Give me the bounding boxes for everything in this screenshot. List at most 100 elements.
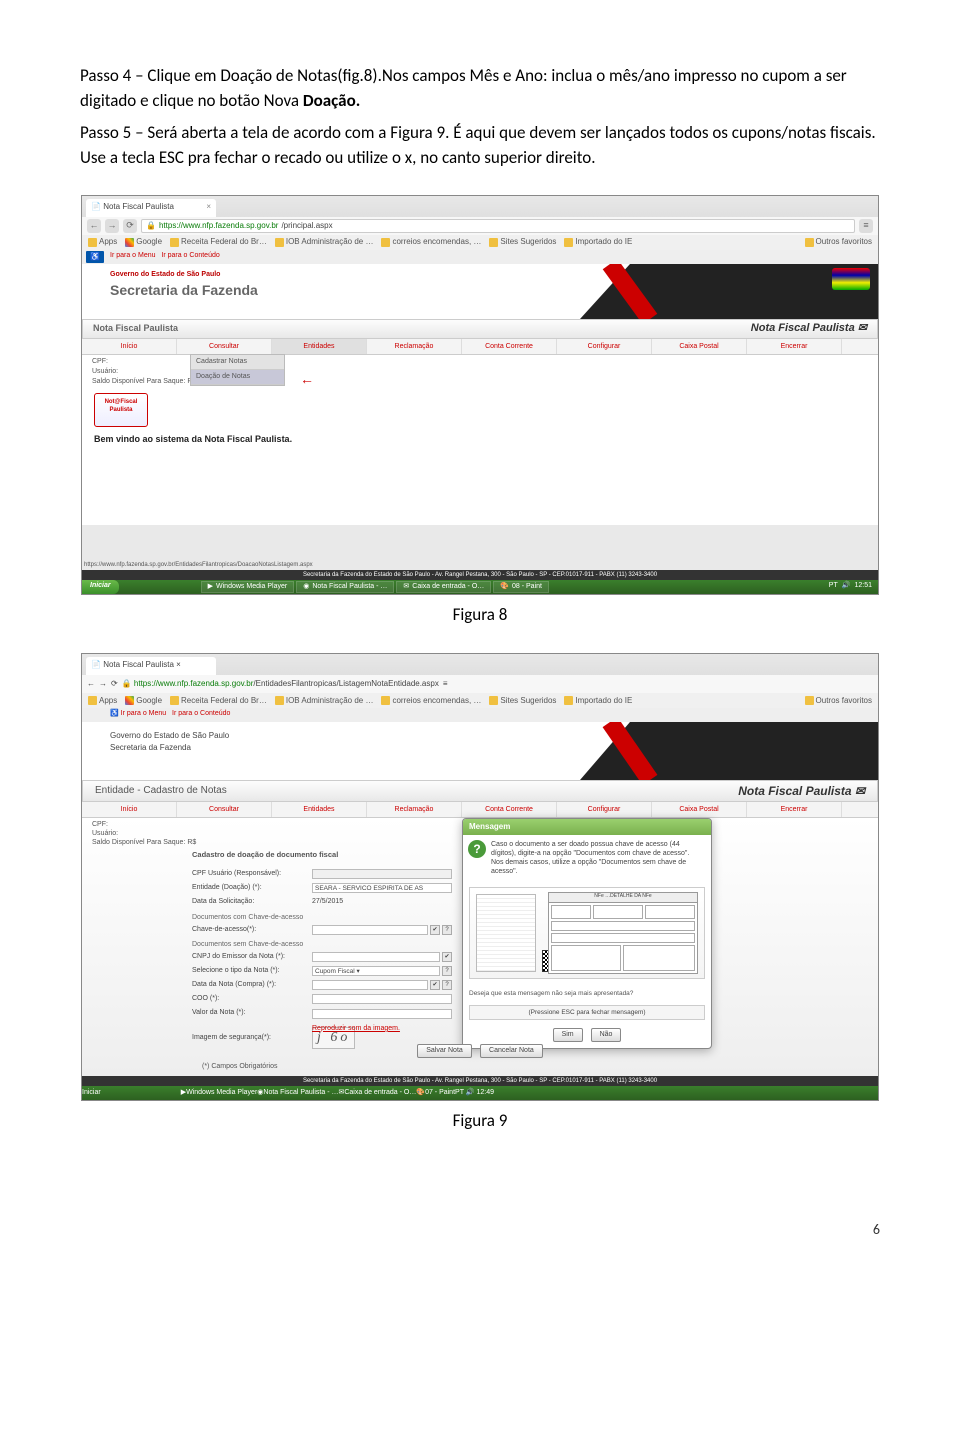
bookmark-google[interactable]: Google (125, 695, 162, 707)
menu-caixa[interactable]: Caixa Postal (652, 339, 747, 354)
taskbar-item-wmp[interactable]: ▶Windows Media Player (201, 581, 295, 593)
tray-icon[interactable]: 🔊 (842, 581, 851, 591)
browser-tab[interactable]: 📄 Nota Fiscal Paulista × (86, 199, 216, 217)
input-data-compra[interactable] (312, 980, 428, 990)
section-sem-chave: Documentos sem Chave-de-acesso (192, 940, 452, 950)
taskbar-item-paint[interactable]: 🎨08 - Paint (493, 581, 549, 593)
menu-consultar[interactable]: Consultar (177, 339, 272, 354)
input-valor[interactable] (312, 1009, 452, 1019)
skip-content-link[interactable]: Ir para o Conteúdo (172, 710, 230, 717)
tray-icon[interactable]: 🔊 (466, 1089, 475, 1096)
envelope-icon[interactable]: ✉ (858, 322, 867, 334)
menu-conta[interactable]: Conta Corrente (462, 339, 557, 354)
annotation-arrow-icon: ← (300, 369, 314, 389)
menu-configurar[interactable]: Configurar (557, 802, 652, 817)
reload-icon[interactable]: ⟳ (123, 219, 137, 233)
nfp-title-right: Nota Fiscal Paulista ✉ (738, 783, 865, 800)
captcha-audio-link[interactable]: Reproduzir som da imagem. (312, 1024, 768, 1034)
bookmark-other[interactable]: Outros favoritos (805, 695, 872, 707)
menu-inicio[interactable]: Início (82, 339, 177, 354)
bookmark-correios[interactable]: correios encomendas, … (381, 695, 481, 707)
tab-close-icon[interactable]: × (206, 201, 211, 213)
skip-menu-link[interactable]: Ir para o Menu (110, 252, 156, 259)
select-tipo[interactable]: Cupom Fiscal ▾ (312, 966, 440, 976)
menu-entidades[interactable]: Entidades (272, 802, 367, 817)
folder-icon (170, 238, 179, 247)
help-chave-icon[interactable]: ✔ (430, 925, 440, 935)
bookmark-apps[interactable]: Apps (88, 695, 117, 707)
bookmark-google[interactable]: Google (125, 236, 162, 248)
back-icon[interactable]: ← (87, 219, 101, 233)
input-chave[interactable] (312, 925, 428, 935)
browser-tab[interactable]: 📄 Nota Fiscal Paulista × (86, 657, 216, 675)
bookmarks-bar: Apps Google Receita Federal do Br… IOB A… (82, 693, 878, 708)
accessibility-icon[interactable]: ♿ (86, 251, 104, 263)
taskbar-item-wmp[interactable]: ▶Windows Media Player (181, 1088, 258, 1098)
forward-icon[interactable]: → (105, 219, 119, 233)
accessibility-icon[interactable]: ♿ (110, 710, 119, 717)
label-data-sol: Data da Solicitação: (192, 897, 312, 907)
menu-reclamacao[interactable]: Reclamação (367, 802, 462, 817)
reload-icon[interactable]: ⟳ (111, 678, 118, 690)
menu-entidades[interactable]: Entidades (272, 339, 367, 354)
menu-icon[interactable]: ≡ (443, 678, 448, 690)
address-bar[interactable]: 🔒 https://www.nfp.fazenda.sp.gov.br/prin… (141, 219, 855, 233)
address-bar[interactable]: 🔒 https://www.nfp.fazenda.sp.gov.br/Enti… (122, 678, 439, 690)
tab-close-icon[interactable]: × (176, 660, 181, 669)
input-coo[interactable] (312, 994, 452, 1004)
bookmark-apps[interactable]: Apps (88, 236, 117, 248)
taskbar-item-nfp[interactable]: ◉Nota Fiscal Paulista - … (257, 1088, 338, 1098)
menu-configurar[interactable]: Configurar (557, 339, 652, 354)
input-cnpj[interactable] (312, 952, 440, 962)
taskbar-item-paint[interactable]: 🎨07 - Paint (416, 1088, 455, 1098)
bookmark-iob[interactable]: IOB Administração de … (275, 695, 374, 707)
taskbar-item-nfp[interactable]: ◉Nota Fiscal Paulista - … (296, 581, 394, 593)
input-entidade[interactable]: SEARA - SERVICO ESPIRITA DE AS (312, 883, 452, 893)
wmp-icon: ▶ (208, 582, 213, 592)
skip-content-link[interactable]: Ir para o Conteúdo (161, 252, 219, 259)
bookmark-ie[interactable]: Importado do IE (564, 695, 632, 707)
bookmark-ie[interactable]: Importado do IE (564, 236, 632, 248)
paragraph-step4: Passo 4 – Clique em Doação de Notas(fig.… (80, 64, 880, 113)
save-note-button[interactable]: Salvar Nota (417, 1044, 472, 1058)
folder-icon (170, 696, 179, 705)
apps-icon (88, 696, 97, 705)
help-cnpj-icon[interactable]: ✔ (442, 952, 452, 962)
taskbar-item-outlook[interactable]: ✉Caixa de entrada - O… (338, 1088, 416, 1098)
taskbar-item-outlook[interactable]: ✉Caixa de entrada - O… (396, 581, 491, 593)
skip-menu-link[interactable]: Ir para o Menu (121, 710, 167, 717)
start-button[interactable]: Iniciar (82, 1088, 101, 1098)
info-data-icon[interactable]: ? (442, 980, 452, 990)
menu-encerrar[interactable]: Encerrar (747, 339, 842, 354)
menu-inicio[interactable]: Início (82, 802, 177, 817)
nfp-logo-icon: Not@Fiscal Paulista (94, 393, 148, 427)
bookmark-receita[interactable]: Receita Federal do Br… (170, 236, 267, 248)
cancel-note-button[interactable]: Cancelar Nota (480, 1044, 543, 1058)
menu-reclamacao[interactable]: Reclamação (367, 339, 462, 354)
menu-conta[interactable]: Conta Corrente (462, 802, 557, 817)
menu-consultar[interactable]: Consultar (177, 802, 272, 817)
menu-caixa[interactable]: Caixa Postal (652, 802, 747, 817)
forward-icon[interactable]: → (99, 678, 107, 690)
dropdown-doacao[interactable]: Doação de Notas (191, 370, 284, 385)
bookmark-iob[interactable]: IOB Administração de … (275, 236, 374, 248)
menu-encerrar[interactable]: Encerrar (747, 802, 842, 817)
message-dialog: Mensagem ? Caso o documento a ser doado … (462, 818, 712, 1049)
menu-icon[interactable]: ≡ (859, 219, 873, 233)
tray-lang[interactable]: PT (455, 1089, 464, 1096)
label-cnpj: CNPJ do Emissor da Nota (*): (192, 952, 312, 962)
bookmark-correios[interactable]: correios encomendas, … (381, 236, 481, 248)
info-chave-icon[interactable]: ? (442, 925, 452, 935)
bookmark-other[interactable]: Outros favoritos (805, 236, 872, 248)
bookmark-receita[interactable]: Receita Federal do Br… (170, 695, 267, 707)
tray-lang[interactable]: PT (829, 581, 838, 591)
help-data-icon[interactable]: ✔ (430, 980, 440, 990)
dropdown-cadastrar[interactable]: Cadastrar Notas (191, 355, 284, 370)
outlook-icon: ✉ (403, 582, 409, 592)
start-button[interactable]: Iniciar (82, 580, 119, 594)
envelope-icon[interactable]: ✉ (855, 784, 865, 798)
bookmark-sites[interactable]: Sites Sugeridos (489, 695, 556, 707)
bookmark-sites[interactable]: Sites Sugeridos (489, 236, 556, 248)
info-tipo-icon[interactable]: ? (442, 966, 452, 976)
back-icon[interactable]: ← (87, 678, 95, 690)
